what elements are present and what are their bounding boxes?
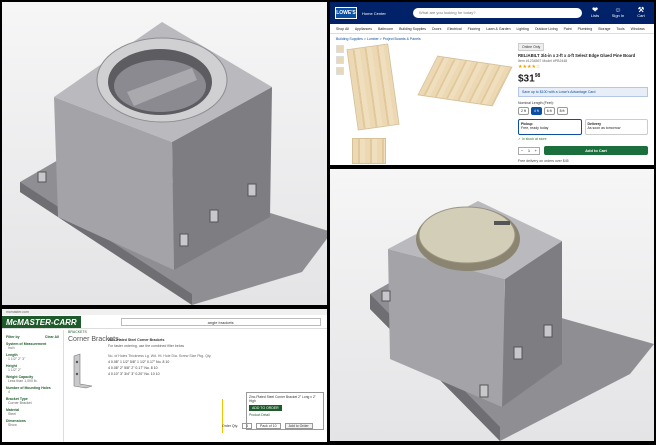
nav-item[interactable]: Windows <box>631 27 645 31</box>
nav-item[interactable]: Storage <box>598 27 610 31</box>
stock-note: ✓ In stock at store <box>518 137 547 142</box>
lowes-logo[interactable]: LOWE'S <box>335 7 357 19</box>
filter-option[interactable]: Less than 1,000 lb. <box>8 379 59 383</box>
mcmaster-page: mcmaster.com McMASTER-CARR angle bracket… <box>2 309 327 442</box>
online-badge: Online Only <box>518 43 545 51</box>
unit-select[interactable]: Pack of 10 <box>256 423 281 429</box>
filter-sidebar: Filter by Clear All System of Measurement… <box>2 330 64 442</box>
product-image-alt[interactable] <box>352 138 386 164</box>
filter-option[interactable]: 1 1/2" 2" <box>8 368 59 372</box>
table-row[interactable]: 4 0.08" 1 1/2" 5/8" 1 1/2" 0.17" No. 8 1… <box>108 360 325 364</box>
breadcrumb[interactable]: Building Supplies > Lumber > Project Boa… <box>330 34 654 41</box>
nav-item[interactable]: Appliances <box>355 27 372 31</box>
cad-view-open <box>2 2 327 305</box>
nav-item[interactable]: Electrical <box>447 27 461 31</box>
product-image-alt[interactable] <box>417 55 513 107</box>
thumbnail-image[interactable] <box>336 45 344 53</box>
account-icon[interactable]: ☺ Sign In <box>610 7 626 18</box>
nav-item[interactable]: Plumbing <box>578 27 593 31</box>
popup-description: Zinc-Plated Steel Corner Bracket 2" Long… <box>249 395 316 403</box>
lists-icon[interactable]: ❤ Lists <box>587 7 603 18</box>
length-option[interactable]: 8 ft <box>556 107 568 116</box>
qty-input[interactable]: 1 <box>242 423 253 429</box>
mcmaster-header: McMASTER-CARR angle brackets <box>2 315 327 329</box>
table-header: No. of Holes Thickness Lg. Wd. Ht. Hole … <box>108 354 212 358</box>
product-image-main[interactable] <box>346 43 400 131</box>
category-tag: BRACKETS <box>68 330 87 334</box>
product-title: RELIABILT 3/4-in x 2-ft x 4-ft Select Ed… <box>518 53 636 58</box>
add-to-cart-button[interactable]: Add to Cart <box>544 146 648 156</box>
cart-icon[interactable]: ⚒ Cart <box>633 7 649 18</box>
search-input[interactable]: angle brackets <box>120 317 321 326</box>
qty-label: Order Qty. <box>222 424 239 428</box>
filter-hint: For faster ordering, use the combined fi… <box>108 344 185 348</box>
nav-item[interactable]: Tools <box>616 27 624 31</box>
nav-item[interactable]: Shop All <box>336 27 349 31</box>
filter-option[interactable]: Steel <box>8 412 59 416</box>
nav-item[interactable]: Lighting <box>517 27 529 31</box>
length-option-selected[interactable]: 4 ft <box>530 107 542 116</box>
table-title: Zinc-Plated Steel Corner Brackets <box>108 338 165 342</box>
length-options: 2 ft 4 ft 6 ft 8 ft <box>518 107 648 116</box>
search-input[interactable]: What are you looking for today? <box>413 8 582 18</box>
product-detail-link[interactable]: Product Detail <box>249 413 321 417</box>
buy-row: −1 + Add to Cart <box>518 146 648 156</box>
table-row[interactable]: 4 0.10" 3" 3/4" 3" 0.20" No. 10 10 <box>108 372 325 376</box>
thumbnail-image[interactable] <box>336 56 344 64</box>
store-selector[interactable]: Home Center <box>362 11 408 16</box>
filter-option[interactable]: 1 1/2" 2" 3" <box>8 357 59 361</box>
delivery-option[interactable]: Delivery As soon as tomorrow <box>584 119 648 136</box>
nav-item[interactable]: Lawn & Garden <box>486 27 510 31</box>
filter-option[interactable]: 4 <box>8 390 59 394</box>
delivery-note: Free delivery on orders over $45 <box>518 159 569 164</box>
thumbnail-image[interactable] <box>336 67 344 75</box>
nav-item[interactable]: Flooring <box>468 27 481 31</box>
promo-banner[interactable]: Save up to $100 with a Lowe's Advantage … <box>518 87 648 98</box>
filter-option[interactable]: Inch <box>8 346 59 350</box>
nav-item[interactable]: Building Supplies <box>399 27 426 31</box>
filter-header: Filter by Clear All <box>6 335 59 339</box>
rating-stars[interactable]: ★★★★☆ <box>518 64 648 70</box>
order-row: Order Qty. 1 Pack of 10 Add to Order <box>222 423 313 429</box>
cad-view-closed <box>330 169 654 441</box>
mcmaster-logo[interactable]: McMASTER-CARR <box>2 315 81 328</box>
nav-item[interactable]: Doors <box>432 27 441 31</box>
nav-item[interactable]: Paint <box>564 27 572 31</box>
product-table: Zinc-Plated Steel Corner Brackets For fa… <box>108 338 325 376</box>
lowes-product-page: LOWE'S Home Center What are you looking … <box>330 2 654 165</box>
category-nav: Shop All Appliances Bathroom Building Suppl… <box>330 24 654 34</box>
length-option[interactable]: 6 ft <box>543 107 555 116</box>
length-label: Nominal Length (Feet): <box>518 101 554 106</box>
enclosure-open-render <box>20 22 327 305</box>
product-ids: Item #1234567 Model #PB2448 <box>518 59 568 63</box>
filter-option[interactable]: Corner Bracket <box>8 401 59 405</box>
filter-option[interactable]: Show <box>8 423 59 427</box>
nav-item[interactable]: Bathroom <box>378 27 393 31</box>
quantity-stepper[interactable]: −1 + <box>518 146 540 155</box>
clear-all-link[interactable]: Clear All <box>45 335 59 339</box>
add-to-order-link[interactable]: Add to Order <box>284 423 313 429</box>
add-to-order-button[interactable]: ADD TO ORDER <box>249 405 282 411</box>
length-option[interactable]: 2 ft <box>518 107 529 116</box>
lowes-header: LOWE'S Home Center What are you looking … <box>330 2 654 24</box>
bracket-image <box>73 353 93 389</box>
buy-box: Online Only RELIABILT 3/4-in x 2-ft x 4-… <box>518 43 648 163</box>
enclosure-closed-render <box>370 201 654 441</box>
pickup-option[interactable]: Pickup Free, ready today <box>518 119 582 136</box>
fulfillment-options: Pickup Free, ready today Delivery As soon … <box>518 119 648 136</box>
price: $3198 <box>518 73 541 85</box>
header-icons: ❤ Lists ☺ Sign In ⚒ Cart <box>587 7 649 18</box>
table-row[interactable]: 4 0.08" 2" 5/8" 2" 0.17" No. 8 10 <box>108 366 325 370</box>
nav-item[interactable]: Outdoor Living <box>535 27 558 31</box>
results-area: BRACKETS Corner Brackets Zinc-Plated Ste… <box>68 330 325 442</box>
